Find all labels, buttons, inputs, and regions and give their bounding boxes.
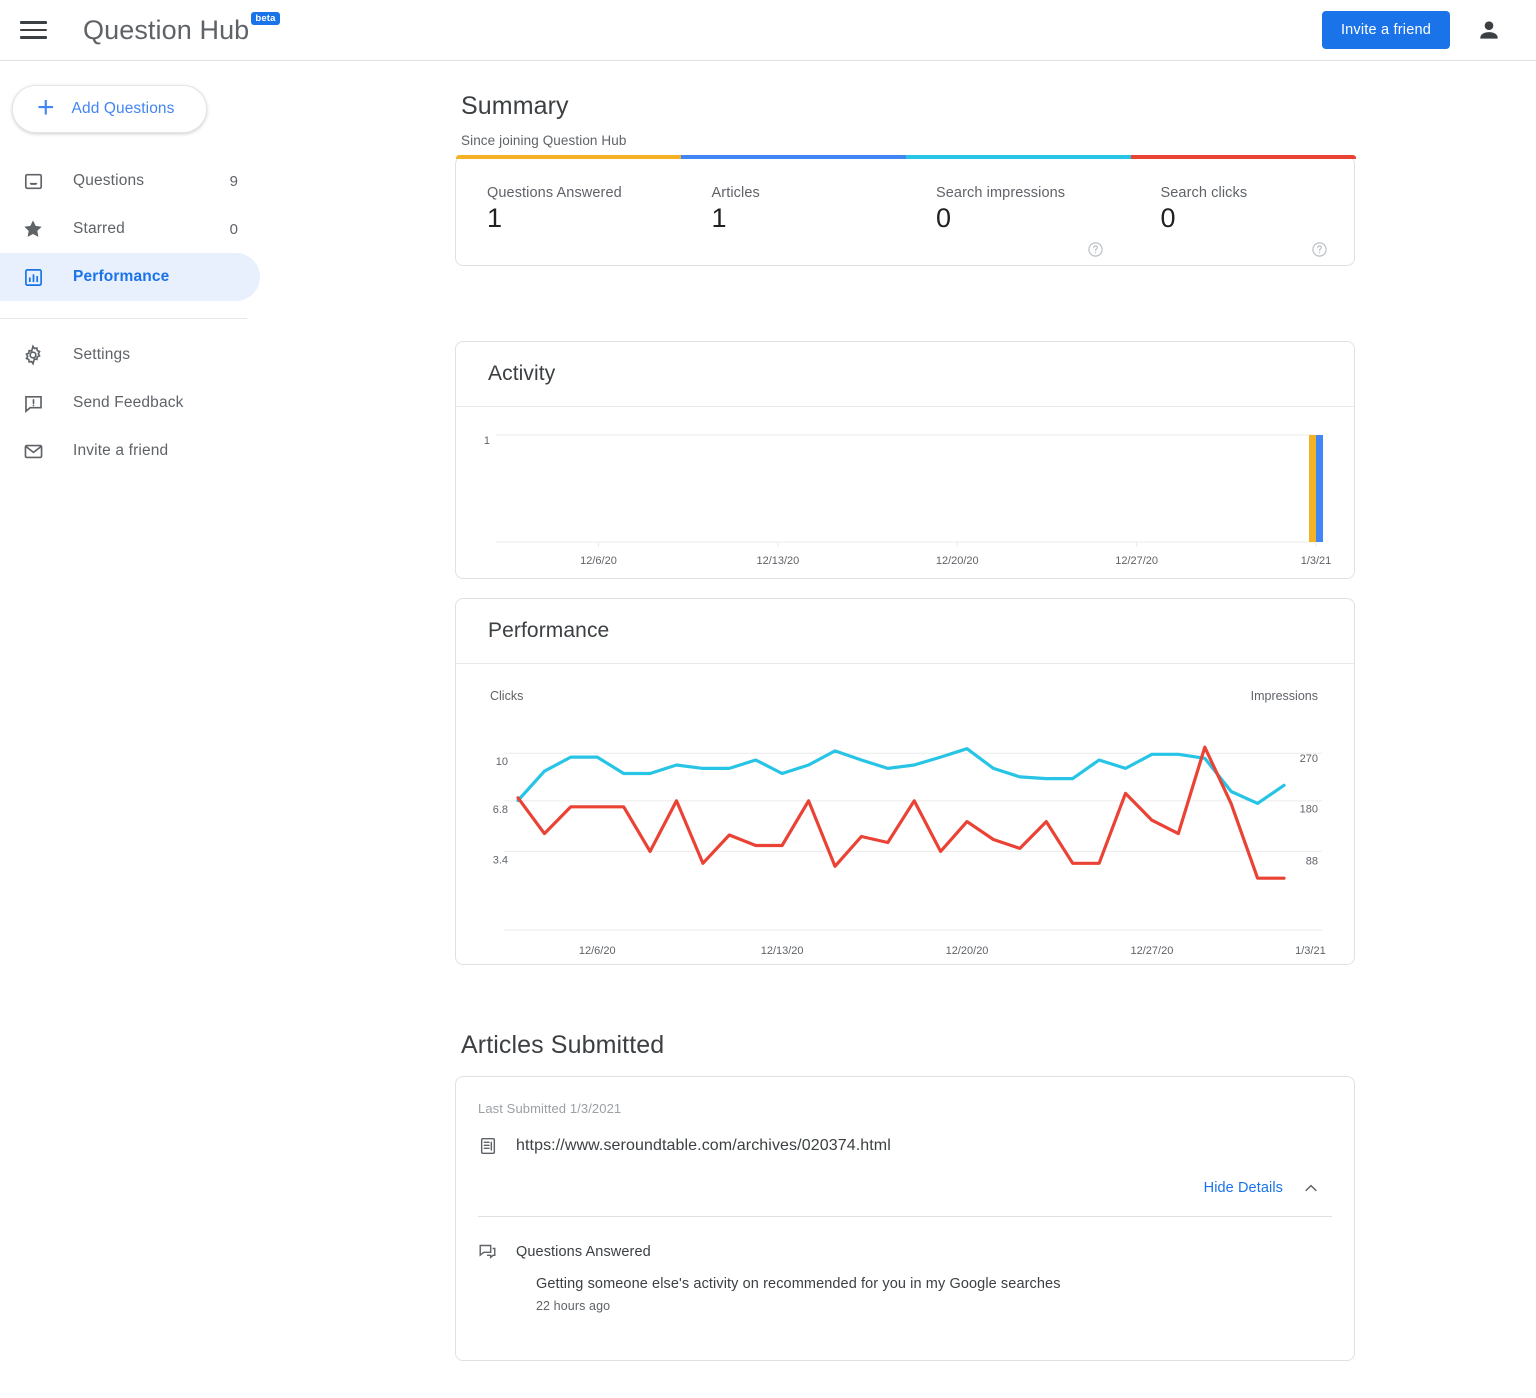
article-url-link[interactable]: https://www.seroundtable.com/archives/02… xyxy=(516,1137,891,1155)
sidebar-nav: Questions 9 Starred 0 Performance xyxy=(0,157,300,475)
sidebar-item-invite-a-friend[interactable]: Invite a friend xyxy=(0,427,260,475)
svg-text:270: 270 xyxy=(1300,753,1318,765)
activity-title: Activity xyxy=(488,362,555,386)
article-url-row: https://www.seroundtable.com/archives/02… xyxy=(456,1116,1354,1156)
svg-text:Clicks: Clicks xyxy=(490,689,523,703)
beta-badge: beta xyxy=(251,12,279,26)
invite-a-friend-button[interactable]: Invite a friend xyxy=(1322,11,1450,49)
metric-value: 1 xyxy=(487,204,681,232)
sidebar: + Add Questions Questions 9 Starred 0 xyxy=(0,61,300,1398)
performance-card: Performance Clicks Impressions 10 270 6.8 180… xyxy=(455,598,1355,965)
feedback-icon xyxy=(21,391,45,415)
metric-search-impressions: Search impressions 0 xyxy=(905,157,1130,265)
metric-label: Questions Answered xyxy=(487,185,681,201)
performance-title: Performance xyxy=(488,619,609,643)
articles-submitted-card: Last Submitted 1/3/2021 https://www.sero… xyxy=(455,1076,1355,1361)
activity-card: Activity 1 12/6/20 12/13/20 12/20/20 12/27/2… xyxy=(455,341,1355,579)
answer-title[interactable]: Getting someone else's activity on recom… xyxy=(536,1276,1354,1292)
svg-text:12/6/20: 12/6/20 xyxy=(579,945,616,957)
metric-value: 0 xyxy=(1161,204,1355,232)
sidebar-item-label: Send Feedback xyxy=(73,394,184,412)
svg-text:Impressions: Impressions xyxy=(1251,689,1318,703)
svg-text:88: 88 xyxy=(1306,855,1318,867)
top-app-bar: Question Hub beta Invite a friend xyxy=(0,0,1536,61)
sidebar-divider xyxy=(0,318,247,319)
svg-text:1/3/21: 1/3/21 xyxy=(1301,555,1332,567)
sidebar-item-count: 0 xyxy=(230,221,238,238)
svg-text:1: 1 xyxy=(484,435,490,447)
svg-text:12/13/20: 12/13/20 xyxy=(756,555,799,567)
questions-answered-row: Questions Answered xyxy=(456,1217,1354,1261)
help-icon[interactable] xyxy=(1087,241,1104,258)
svg-text:12/20/20: 12/20/20 xyxy=(936,555,979,567)
activity-card-header: Activity xyxy=(456,342,1354,407)
svg-text:12/27/20: 12/27/20 xyxy=(1131,945,1174,957)
top-bar-actions: Invite a friend xyxy=(1322,11,1502,49)
metric-label: Search impressions xyxy=(936,185,1130,201)
chevron-up-icon xyxy=(1302,1179,1320,1197)
summary-card: Questions Answered 1 Articles 1 Search i… xyxy=(455,156,1355,266)
svg-text:12/13/20: 12/13/20 xyxy=(761,945,804,957)
main-content: Summary Since joining Question Hub Quest… xyxy=(300,61,1536,1398)
document-icon xyxy=(478,1136,498,1156)
sidebar-item-label: Starred xyxy=(73,220,125,238)
svg-text:1/3/21: 1/3/21 xyxy=(1295,945,1326,957)
add-questions-button[interactable]: + Add Questions xyxy=(12,85,207,133)
chat-bubbles-icon xyxy=(478,1242,497,1261)
sidebar-item-label: Settings xyxy=(73,346,130,364)
svg-text:12/20/20: 12/20/20 xyxy=(946,945,989,957)
metric-articles: Articles 1 xyxy=(681,157,906,265)
add-questions-label: Add Questions xyxy=(72,100,175,118)
person-icon[interactable] xyxy=(1476,17,1502,43)
app-brand: Question Hub beta xyxy=(83,15,280,46)
summary-subheading: Since joining Question Hub xyxy=(461,133,626,148)
questions-answered-label: Questions Answered xyxy=(516,1244,651,1260)
hamburger-menu-icon[interactable] xyxy=(20,15,50,45)
summary-metrics: Questions Answered 1 Articles 1 Search i… xyxy=(456,157,1354,265)
sidebar-item-settings[interactable]: Settings xyxy=(0,331,260,379)
help-icon[interactable] xyxy=(1311,241,1328,258)
app-title: Question Hub xyxy=(83,15,249,46)
svg-text:12/27/20: 12/27/20 xyxy=(1115,555,1158,567)
svg-text:180: 180 xyxy=(1300,804,1318,816)
sidebar-item-questions[interactable]: Questions 9 xyxy=(0,157,260,205)
bar-chart-icon xyxy=(21,265,45,289)
metric-label: Search clicks xyxy=(1161,185,1355,201)
inbox-icon xyxy=(21,169,45,193)
performance-chart: Clicks Impressions 10 270 6.8 180 3.4 88 12/6/20… xyxy=(456,664,1354,963)
sidebar-item-label: Performance xyxy=(73,268,169,286)
gear-icon xyxy=(21,343,45,367)
sidebar-item-count: 9 xyxy=(230,173,238,190)
sidebar-item-starred[interactable]: Starred 0 xyxy=(0,205,260,253)
sidebar-item-send-feedback[interactable]: Send Feedback xyxy=(0,379,260,427)
metric-value: 0 xyxy=(936,204,1130,232)
answer-detail: Getting someone else's activity on recom… xyxy=(456,1276,1354,1313)
summary-heading: Summary xyxy=(461,92,569,121)
performance-card-header: Performance xyxy=(456,599,1354,664)
metric-label: Articles xyxy=(712,185,906,201)
articles-submitted-heading: Articles Submitted xyxy=(461,1031,664,1060)
answer-timestamp: 22 hours ago xyxy=(536,1299,1354,1313)
sidebar-item-label: Questions xyxy=(73,172,144,190)
last-submitted-label: Last Submitted 1/3/2021 xyxy=(456,1077,1354,1116)
svg-text:3.4: 3.4 xyxy=(493,854,508,866)
plus-icon: + xyxy=(37,93,55,123)
activity-chart: 1 12/6/20 12/13/20 12/20/20 12/27/20 1/3/21 xyxy=(456,407,1354,577)
metric-value: 1 xyxy=(712,204,906,232)
metric-search-clicks: Search clicks 0 xyxy=(1130,157,1355,265)
metric-questions-answered: Questions Answered 1 xyxy=(456,157,681,265)
sidebar-item-label: Invite a friend xyxy=(73,442,168,460)
star-icon xyxy=(21,217,45,241)
hide-details-label: Hide Details xyxy=(1204,1180,1283,1196)
mail-icon xyxy=(21,439,45,463)
svg-text:10: 10 xyxy=(496,756,508,768)
sidebar-item-performance[interactable]: Performance xyxy=(0,253,260,301)
hide-details-toggle[interactable]: Hide Details xyxy=(456,1179,1354,1197)
svg-text:12/6/20: 12/6/20 xyxy=(580,555,617,567)
svg-text:6.8: 6.8 xyxy=(493,804,508,816)
